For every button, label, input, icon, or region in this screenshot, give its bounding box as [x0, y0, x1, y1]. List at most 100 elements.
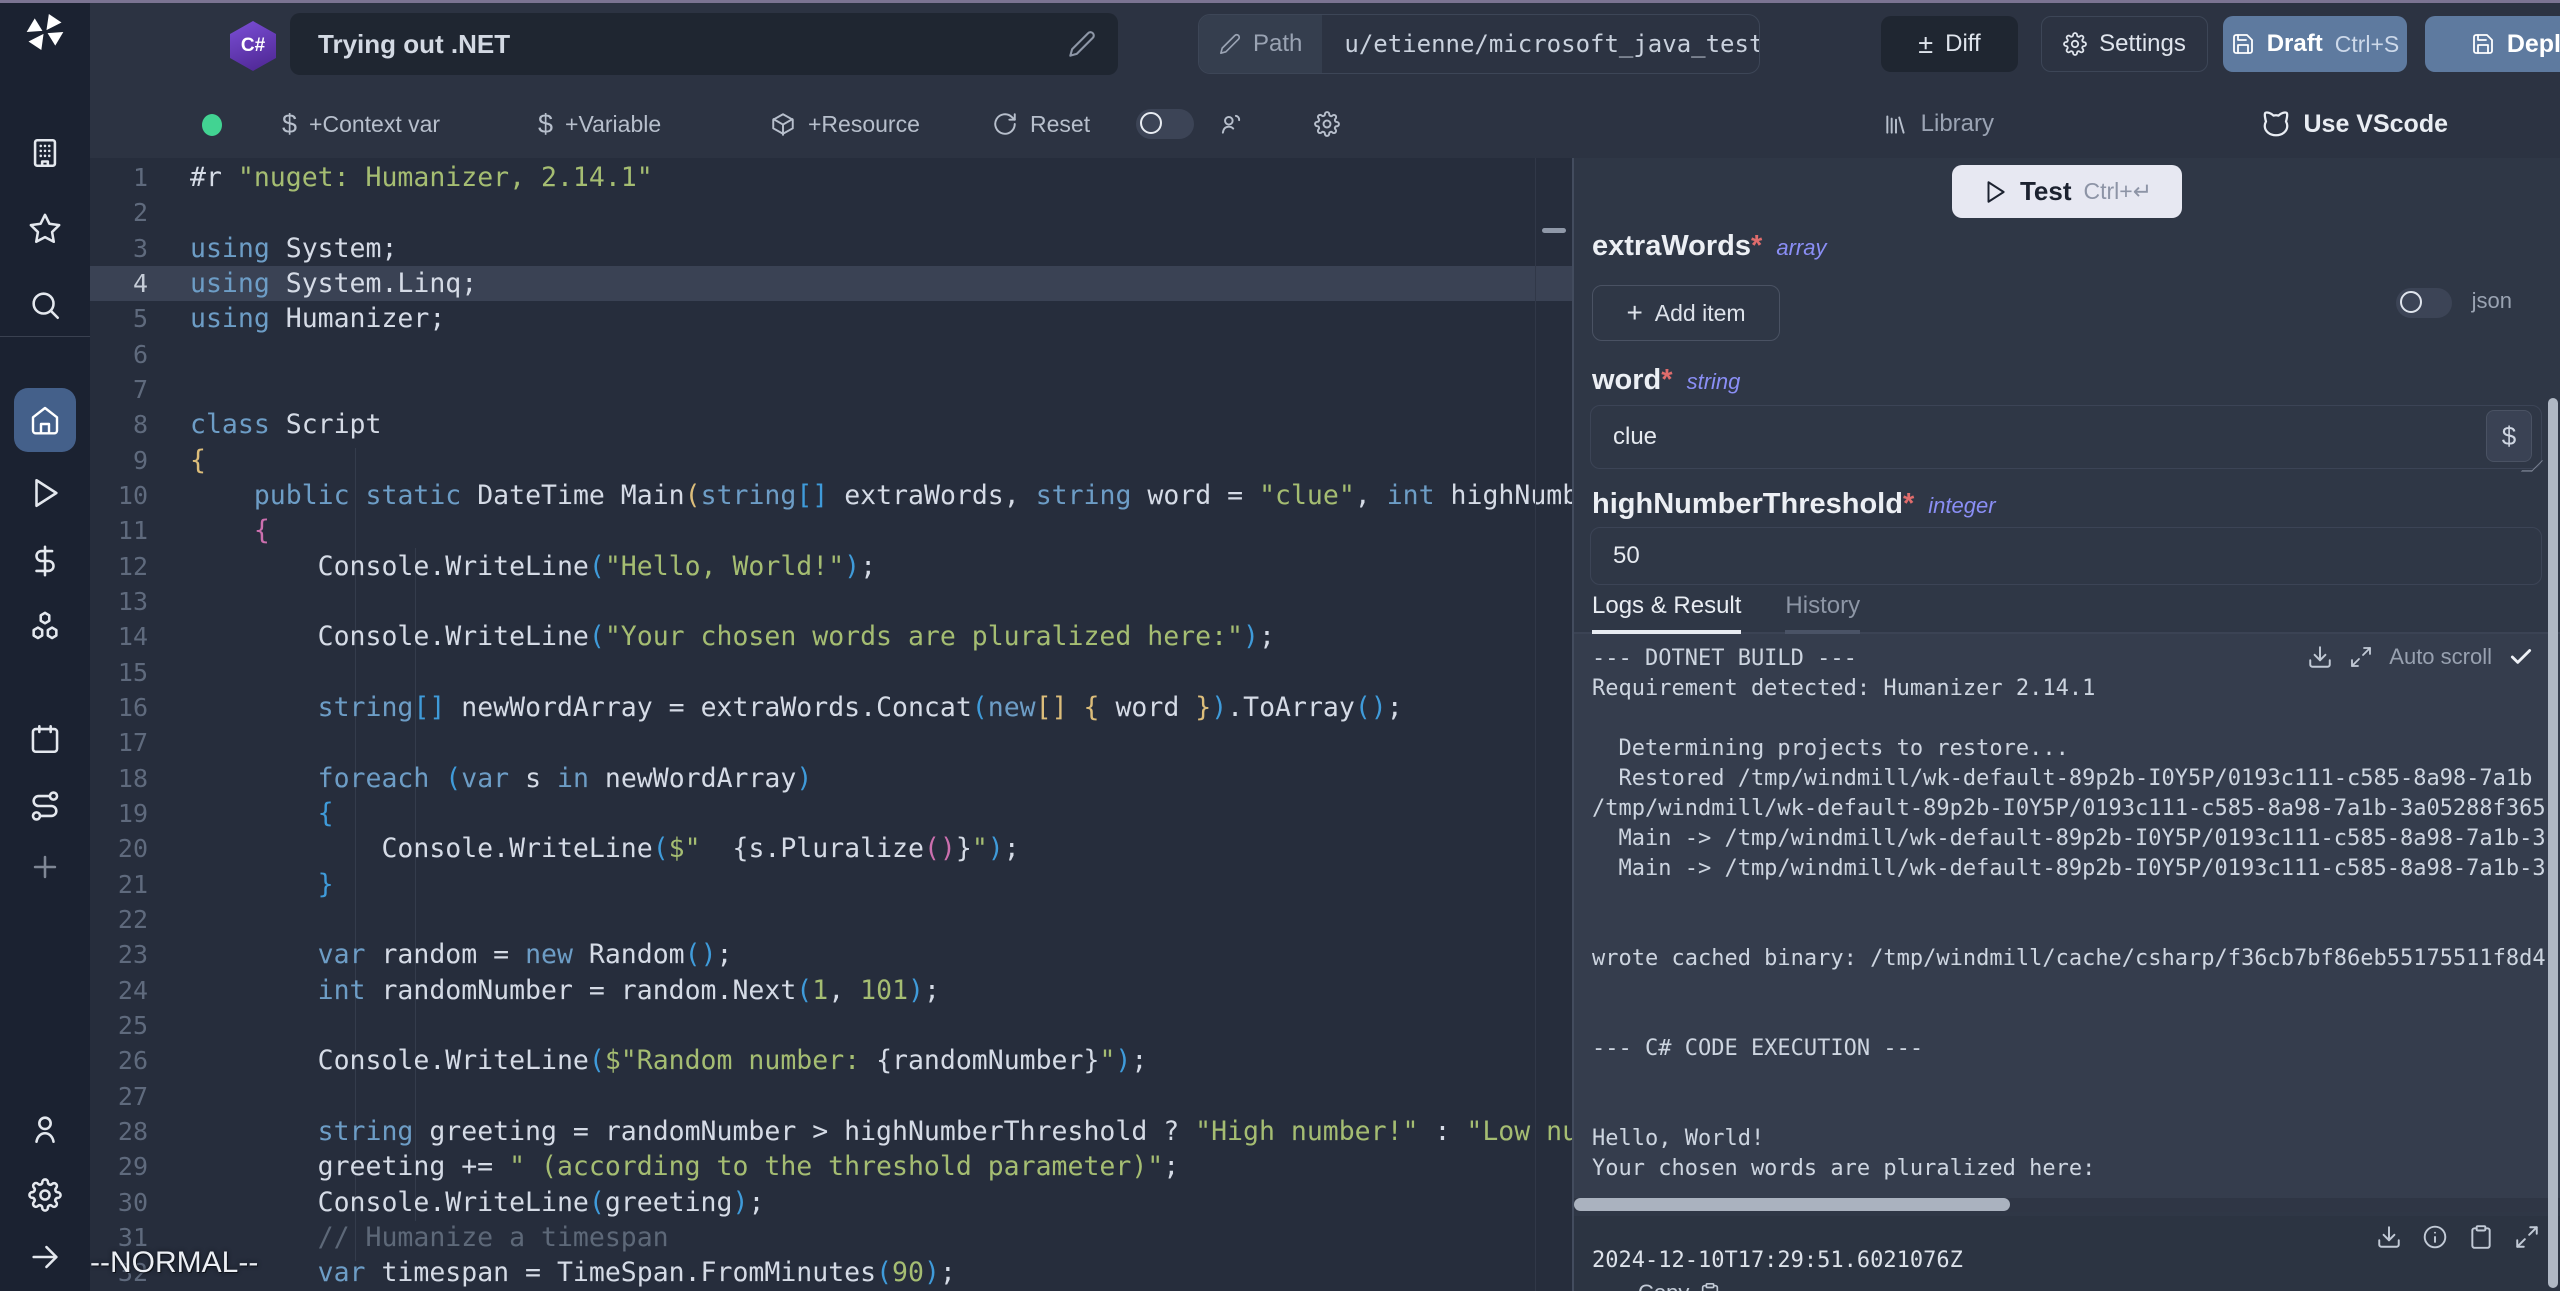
deploy-button[interactable]: Deploy [2425, 16, 2560, 72]
threshold-input[interactable] [1590, 527, 2542, 585]
code-line[interactable] [190, 584, 1572, 619]
code-line[interactable]: string[] newWordArray = extraWords.Conca… [190, 690, 1572, 725]
check-icon[interactable] [2508, 644, 2534, 670]
code-line[interactable]: Console.WriteLine(greeting); [190, 1185, 1572, 1220]
copy-result-button[interactable]: Copy [1638, 1280, 1721, 1291]
code-line[interactable] [190, 655, 1572, 690]
code-line[interactable]: string greeting = randomNumber > highNum… [190, 1114, 1572, 1149]
window-top-edge [0, 0, 2560, 3]
code-line[interactable]: Console.WriteLine($"Random number: {rand… [190, 1043, 1572, 1078]
code-line[interactable]: class Script [190, 407, 1572, 442]
assistant-toggle[interactable] [1136, 90, 1194, 158]
sidebar-item-variables[interactable] [25, 542, 65, 582]
reset-button[interactable]: Reset [992, 90, 1090, 158]
add-context-var-button[interactable]: $ +Context var [282, 90, 440, 158]
code-line[interactable]: using Humanizer; [190, 301, 1572, 336]
sidebar-item-settings[interactable] [25, 1176, 65, 1216]
download-icon[interactable] [2307, 644, 2333, 670]
add-variable-button[interactable]: $ +Variable [538, 90, 661, 158]
variable-picker-button[interactable]: $ [2486, 410, 2532, 462]
sidebar-item-home[interactable] [14, 388, 76, 452]
code-line[interactable] [190, 195, 1572, 230]
code-line[interactable]: { [190, 513, 1572, 548]
code-editor[interactable]: 1234567891011121314151617181920212223242… [90, 158, 1572, 1291]
code-line[interactable]: Console.WriteLine($" {s.Pluralize()}"); [190, 831, 1572, 866]
expand-icon[interactable] [2514, 1224, 2540, 1250]
edit-title-pencil-icon[interactable] [1068, 30, 1096, 58]
script-title-box[interactable]: Trying out .NET [290, 13, 1118, 75]
add-variable-label: +Variable [565, 111, 661, 138]
code-line[interactable]: { [190, 443, 1572, 478]
result-tabs: Logs & Result History [1574, 590, 2560, 634]
draft-button[interactable]: Draft Ctrl+S [2223, 16, 2407, 72]
clipboard-icon[interactable] [2468, 1224, 2494, 1250]
sidebar-item-schedules[interactable] [25, 720, 65, 760]
line-number: 28 [90, 1114, 162, 1149]
top-bar: C# Trying out .NET Path u/etienne/micros… [90, 0, 2560, 90]
code-line[interactable]: var random = new Random(); [190, 937, 1572, 972]
sidebar-item-more[interactable] [25, 848, 65, 888]
log-hscrollbar-thumb[interactable] [1574, 1198, 2010, 1211]
sidebar-collapse-button[interactable] [25, 1238, 65, 1278]
code-line[interactable] [190, 337, 1572, 372]
sidebar-item-favorites[interactable] [25, 210, 65, 250]
json-toggle[interactable] [2396, 288, 2452, 318]
tab-history[interactable]: History [1785, 592, 1860, 634]
add-item-button[interactable]: + Add item [1592, 285, 1780, 341]
code-line[interactable] [190, 725, 1572, 760]
add-context-var-label: +Context var [309, 111, 440, 138]
use-vscode-button[interactable]: Use VScode [2261, 90, 2448, 158]
code-line[interactable] [190, 372, 1572, 407]
vim-mode-indicator: --NORMAL-- [90, 1246, 258, 1280]
code-line[interactable] [190, 1008, 1572, 1043]
copy-label: Copy [1638, 1280, 1689, 1291]
code-line[interactable]: Console.WriteLine("Hello, World!"); [190, 549, 1572, 584]
add-resource-button[interactable]: +Resource [770, 90, 920, 158]
package-icon [770, 111, 796, 137]
code-line[interactable]: public static DateTime Main(string[] ext… [190, 478, 1572, 513]
sidebar-item-workspace[interactable] [25, 134, 65, 174]
sidebar-item-resources[interactable] [25, 608, 65, 648]
code-lines[interactable]: #r "nuget: Humanizer, 2.14.1" using Syst… [190, 160, 1572, 1291]
code-line[interactable]: using System; [190, 231, 1572, 266]
library-button[interactable]: Library [1883, 90, 1994, 158]
save-icon [2471, 32, 2495, 56]
code-line[interactable]: foreach (var s in newWordArray) [190, 761, 1572, 796]
code-line[interactable]: // Humanize a timespan [190, 1220, 1572, 1255]
code-line[interactable]: } [190, 867, 1572, 902]
tab-logs-result[interactable]: Logs & Result [1592, 592, 1741, 634]
sidebar-item-runs[interactable] [25, 474, 65, 514]
download-icon[interactable] [2376, 1224, 2402, 1250]
code-line[interactable]: int randomNumber = random.Next(1, 101); [190, 973, 1572, 1008]
code-line[interactable]: greeting += " (according to the threshol… [190, 1149, 1572, 1184]
code-line[interactable] [190, 1079, 1572, 1114]
code-line[interactable]: #r "nuget: Humanizer, 2.14.1" [190, 160, 1572, 195]
add-item-label: Add item [1655, 300, 1746, 327]
test-button[interactable]: Test Ctrl+↵ [1952, 165, 2182, 218]
path-value[interactable]: u/etienne/microsoft_java_test [1322, 15, 1760, 73]
log-hscrollbar-track[interactable] [1574, 1198, 2560, 1212]
settings-button[interactable]: Settings [2041, 16, 2208, 72]
line-number: 26 [90, 1043, 162, 1078]
sidebar-item-search[interactable] [25, 286, 65, 326]
sidebar-item-triggers[interactable] [25, 787, 65, 827]
toggle-off[interactable] [1136, 109, 1194, 139]
code-line[interactable]: var timespan = TimeSpan.FromMinutes(90); [190, 1255, 1572, 1290]
code-line[interactable]: using System.Linq; [190, 266, 1572, 301]
editor-settings-button[interactable] [1314, 90, 1340, 158]
code-line[interactable] [190, 902, 1572, 937]
path-field[interactable]: Path u/etienne/microsoft_java_test [1198, 14, 1760, 74]
multiplayer-button[interactable] [1218, 90, 1244, 158]
windmill-logo-icon[interactable] [23, 10, 67, 54]
diff-button[interactable]: ± Diff [1881, 16, 2018, 72]
dollar-icon: $ [282, 109, 297, 140]
sidebar-item-account[interactable] [25, 1110, 65, 1150]
code-line[interactable]: Console.WriteLine("Your chosen words are… [190, 619, 1572, 654]
info-icon[interactable] [2422, 1224, 2448, 1250]
code-line[interactable]: { [190, 796, 1572, 831]
panel-vscrollbar-thumb[interactable] [2548, 398, 2558, 1288]
line-number: 25 [90, 1008, 162, 1043]
word-input[interactable] [1590, 405, 2542, 469]
panel-splitter-handle[interactable] [1542, 228, 1566, 233]
expand-icon[interactable] [2349, 645, 2373, 669]
